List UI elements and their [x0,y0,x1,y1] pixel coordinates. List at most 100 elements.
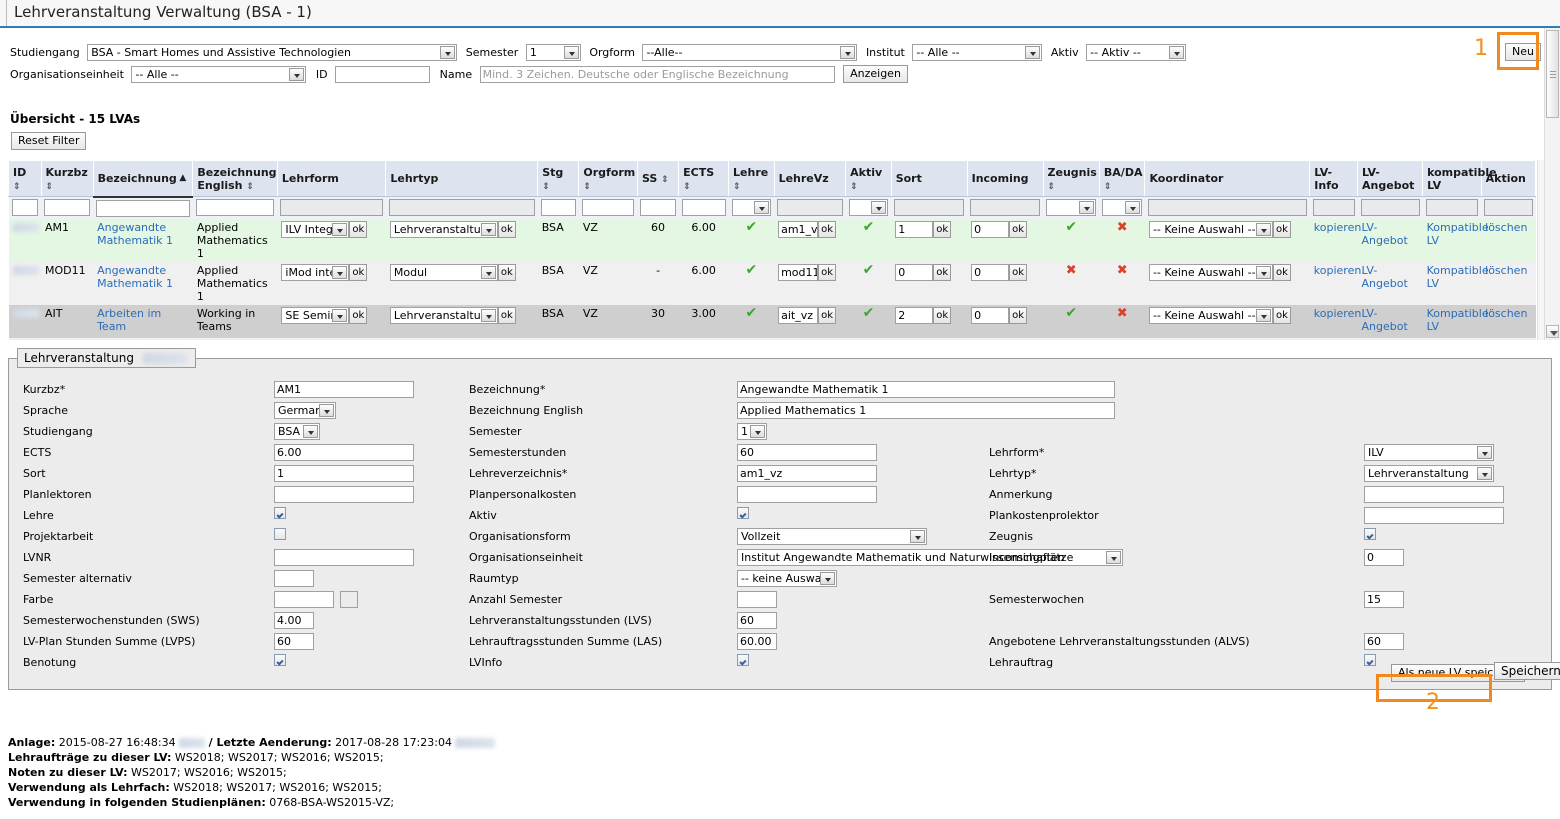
filter-cell-sort[interactable] [891,197,967,219]
studiengang-select[interactable]: BSA - Smart Homes und Assistive Technolo… [87,44,457,61]
plankostenprolektor-input[interactable] [1364,507,1504,524]
cell-lehrevz[interactable]: ait_vzok [774,305,846,338]
lehrform-select[interactable]: SE Semin [281,307,349,324]
lv-angebot-link[interactable]: LV-Angebot [1362,340,1408,341]
col-stg[interactable]: Stg ⇕ [538,161,579,197]
filter-cell-kurzbz[interactable] [41,197,93,219]
loeschen-link[interactable]: löschen [1485,340,1527,341]
kopieren-link[interactable]: kopieren [1314,307,1362,320]
anzeigen-button[interactable]: Anzeigen [843,65,908,83]
ok-button[interactable]: ok [1273,264,1291,281]
lehrform-select[interactable]: iMod inte [281,264,349,281]
cell-kompatible-lv[interactable]: Kompatible LV [1423,305,1482,338]
col-orgform[interactable]: Orgform ⇕ [579,161,638,197]
loeschen-link[interactable]: löschen [1485,221,1527,234]
lehrevz-input[interactable]: mod11 [778,264,818,281]
col-lehrtyp[interactable]: Lehrtyp [386,161,538,197]
cell-lehrform[interactable]: ILV Integok [277,219,385,262]
filter-cell-incoming[interactable] [967,197,1043,219]
cell-aktion[interactable]: löschen [1481,219,1535,262]
col-id[interactable]: ID ⇕ [9,161,42,197]
koordinator-select[interactable]: -- Keine Auswahl -- [1149,340,1273,341]
sort-input[interactable]: 1 [895,221,933,238]
bezeichnung-english-input[interactable]: Applied Mathematics 1 [737,402,1115,419]
ok-button[interactable]: ok [933,221,951,238]
filter-cell-aktiv[interactable] [846,197,892,219]
ok-button[interactable]: ok [818,340,836,341]
semesterwochen-input[interactable]: 15 [1364,591,1404,608]
col-zeugnis[interactable]: Zeugnis ⇕ [1043,161,1099,197]
cell-koordinator[interactable]: -- Keine Auswahl --ok [1145,305,1310,338]
incoming-input[interactable]: 0 [971,307,1009,324]
lv-angebot-link[interactable]: LV-Angebot [1362,264,1408,290]
ok-button[interactable]: ok [1009,340,1027,341]
ok-button[interactable]: ok [1273,221,1291,238]
sort-icon[interactable]: ⇕ [733,183,742,192]
table-row[interactable]: MOD11Angewandte Mathematik 1Applied Math… [9,262,1536,305]
filter-input-ss[interactable] [640,199,675,216]
col-koordinator[interactable]: Koordinator [1145,161,1310,197]
filter-input-sort[interactable] [894,199,964,216]
filter-input-lv-angebot[interactable] [1361,199,1420,216]
sort-icon[interactable]: ⇕ [542,183,551,192]
col-incoming[interactable]: Incoming [967,161,1043,197]
cell-bezeichnung[interactable]: Angewandte Mathematik 1 [93,262,193,305]
sort-icon[interactable]: ⇕ [246,183,255,192]
angebotene-lehrveranstaltungsstunden-alvs-input[interactable]: 60 [1364,633,1404,650]
incoming-input[interactable]: 0 [971,264,1009,281]
raumtyp-select[interactable]: -- keine Auswahl-- [737,570,837,587]
filter-cell-bezeichnung-en[interactable] [193,197,278,219]
filter-select-bada[interactable] [1102,199,1142,216]
cell-lv-info[interactable]: kopieren [1310,305,1358,338]
cell-lv-info[interactable]: kopieren [1310,338,1358,341]
lehrauftrag-checkbox[interactable] [1364,654,1376,666]
cell-lv-angebot[interactable]: LV-Angebot [1358,338,1423,341]
col-bezeichnung-english[interactable]: Bezeichnung English ⇕ [193,161,278,197]
sort-input[interactable]: 0 [895,340,933,341]
table-row[interactable]: AITArbeiten im TeamWorking in TeamsSE Se… [9,305,1536,338]
orgform-select[interactable]: --Alle-- [642,44,857,61]
cell-koordinator[interactable]: -- Keine Auswahl --ok [1145,219,1310,262]
sort-icon[interactable]: ⇕ [1048,183,1057,192]
lehrveranstaltungsstunden-lvs-input[interactable]: 60 [737,612,777,629]
orgeinheit-select[interactable]: -- Alle -- [131,66,306,83]
filter-input-id[interactable] [12,199,39,216]
filter-cell-zeugnis[interactable] [1043,197,1099,219]
bezeichnung-link[interactable]: Angewandte Mathematik 1 [97,264,173,290]
ok-button[interactable]: ok [1273,340,1291,341]
cell-aktion[interactable]: löschen [1481,338,1535,341]
filter-input-lehrevz[interactable] [777,199,843,216]
filter-input-ects[interactable] [682,199,726,216]
sort-icon[interactable]: ⇕ [1104,183,1113,192]
incoming-input[interactable]: 0 [971,221,1009,238]
lehrform-select[interactable]: ILV Integ [281,221,349,238]
cell-lehrtyp[interactable]: Lehrveranstaltungok [386,219,538,262]
lehrtyp-select[interactable]: Modul [390,340,498,341]
ok-button[interactable]: ok [349,307,367,324]
sort-icon[interactable]: ⇕ [13,183,22,192]
filter-cell-bezeichnung[interactable] [93,197,193,219]
filter-cell-aktion[interactable] [1481,197,1535,219]
filter-cell-id[interactable] [9,197,42,219]
zeugnis-checkbox[interactable] [1364,528,1376,540]
cell-aktion[interactable]: löschen [1481,305,1535,338]
col-lehrform[interactable]: Lehrform [277,161,385,197]
filter-input-lehrtyp[interactable] [389,199,535,216]
semester-select[interactable]: 1 [526,44,581,61]
ok-button[interactable]: ok [349,264,367,281]
col-aktiv[interactable]: Aktiv ⇕ [846,161,892,197]
cell-bezeichnung[interactable]: Angewandte Mathematik 1 [93,219,193,262]
cell-kompatible-lv[interactable]: Kompatible LV [1423,338,1482,341]
lehrtyp-select[interactable]: Lehrveranstaltung [1364,465,1494,482]
kompatible-lv-link[interactable]: Kompatible LV [1427,264,1489,290]
filter-select-zeugnis[interactable] [1046,199,1096,216]
cell-lv-info[interactable]: kopieren [1310,219,1358,262]
col-lv-info[interactable]: LV-Info [1310,161,1358,197]
cell-koordinator[interactable]: -- Keine Auswahl --ok [1145,338,1310,341]
cell-bezeichnung[interactable]: Digitale [93,338,193,341]
lehrevz-input[interactable]: mod13 [778,340,818,341]
lehrevz-input[interactable]: ait_vz [778,307,818,324]
filter-cell-lehre[interactable] [729,197,775,219]
incoming-input[interactable]: 0 [971,340,1009,341]
cell-incoming[interactable]: 0ok [967,262,1043,305]
